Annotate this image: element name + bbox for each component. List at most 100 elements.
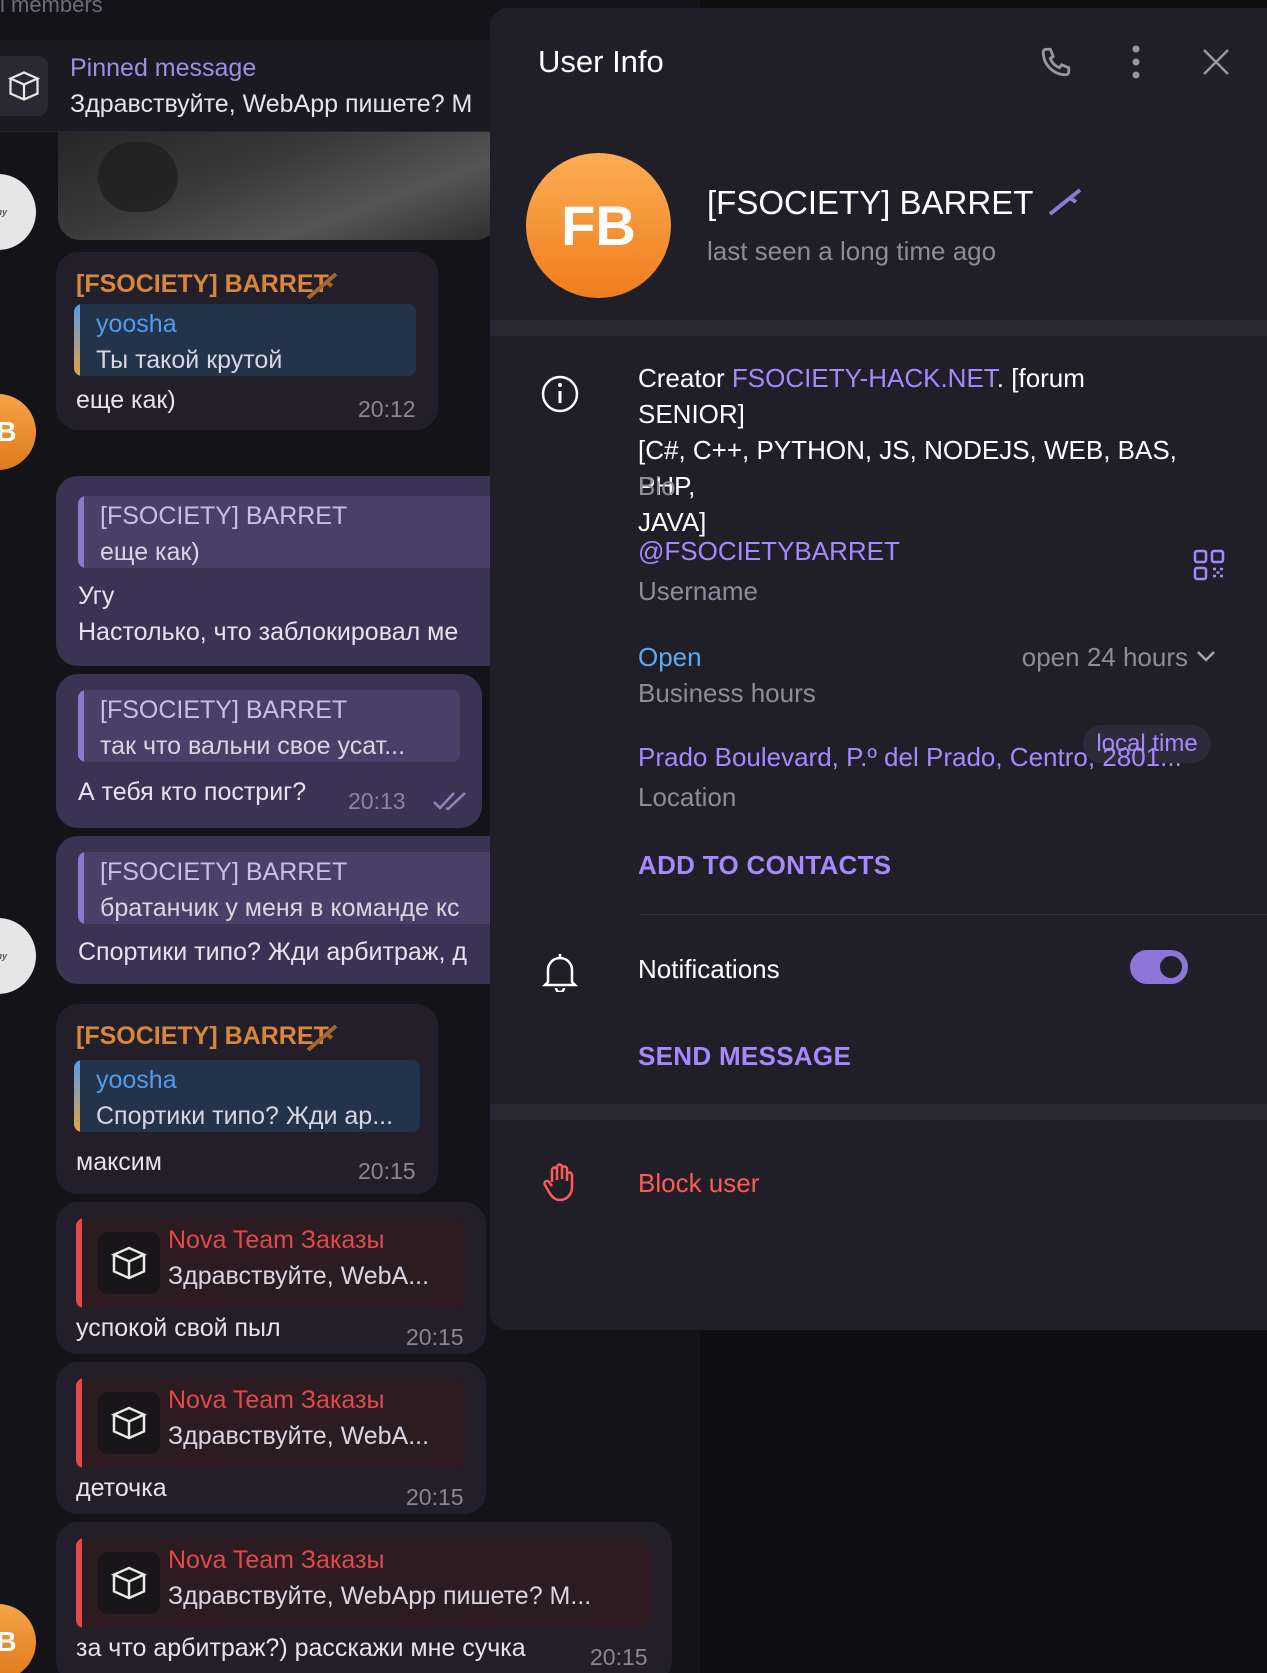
reply-text: так что вальни свое усат... <box>100 732 406 760</box>
reply-text: Спортики типо? Жди ар... <box>96 1102 394 1130</box>
profile-name: [FSOCIETY] BARRET <box>707 184 1084 224</box>
reply-text: Здравствуйте, WebA... <box>168 1262 430 1290</box>
block-user-button[interactable]: Block user <box>638 1168 759 1199</box>
notifications-label: Notifications <box>638 954 780 984</box>
message-bubble[interactable]: [FSOCIETY] BARRET yoosha Спортики типо? … <box>56 1004 438 1194</box>
message-sender: [FSOCIETY] BARRET <box>76 1022 329 1050</box>
pinned-text: Здравствуйте, WebApp пишете? М <box>70 90 473 118</box>
location-label: Location <box>638 782 737 812</box>
avatar-initials: FB <box>0 416 17 447</box>
profile-avatar[interactable]: FB <box>526 153 671 298</box>
message-time: 20:12 <box>358 396 416 422</box>
qr-code-icon[interactable] <box>1192 548 1226 587</box>
avatar-initials: FB <box>0 1626 17 1657</box>
message-bubble[interactable]: Nova Team Заказы Здравствуйте, WebA... д… <box>56 1362 486 1514</box>
avatar[interactable]: FB <box>0 394 36 470</box>
message-text: за что арбитраж?) расскажи мне сучка <box>76 1634 526 1662</box>
more-vertical-icon[interactable] <box>1116 42 1156 82</box>
message-text: максим <box>76 1148 162 1176</box>
bio-link[interactable]: FSOCIETY-HACK.NET <box>732 363 997 393</box>
package-icon <box>0 56 48 116</box>
info-icon <box>538 372 582 416</box>
section-divider <box>490 320 1267 336</box>
username-value[interactable]: @FSOCIETYBARRET <box>638 536 900 567</box>
reply-text: Здравствуйте, WebA... <box>168 1422 430 1450</box>
reply-quote[interactable]: Nova Team Заказы Здравствуйте, WebA... <box>76 1378 466 1468</box>
bio-line: JAVA] <box>638 507 707 537</box>
package-icon <box>98 1392 160 1454</box>
reply-name: yoosha <box>96 310 177 338</box>
bell-icon <box>538 950 582 994</box>
bio-text: Creator FSOCIETY-HACK.NET. [forum SENIOR… <box>638 360 1198 540</box>
reply-name: Nova Team Заказы <box>168 1386 385 1414</box>
close-icon[interactable] <box>1196 42 1236 82</box>
message-time: 20:13 <box>348 788 406 814</box>
double-check-icon <box>432 790 468 817</box>
reply-text: братанчик у меня в команде кс <box>100 894 460 922</box>
package-icon <box>98 1232 160 1294</box>
members-count: l members <box>0 0 103 17</box>
profile-status: last seen a long time ago <box>707 236 997 266</box>
rifle-icon <box>306 270 340 305</box>
business-status: Open <box>638 642 702 672</box>
message-text: еще как) <box>76 386 176 414</box>
package-icon <box>98 1552 160 1614</box>
reply-name: yoosha <box>96 1066 177 1094</box>
user-info-panel: User Info FB [FSOCIETY] BARRET last seen… <box>490 8 1267 1330</box>
avatar[interactable]: FB <box>0 1604 36 1673</box>
rifle-icon <box>1048 186 1084 224</box>
message-text: Настолько, что заблокировал ме <box>78 618 459 646</box>
reply-quote[interactable]: [FSOCIETY] BARRET так что вальни свое ус… <box>78 690 460 762</box>
location-value[interactable]: Prado Boulevard, P.º del Prado, Centro, … <box>638 742 1182 773</box>
bio-label: Bio <box>638 471 676 501</box>
message-time: 20:15 <box>406 1324 464 1350</box>
message-bubble[interactable]: Nova Team Заказы Здравствуйте, WebA... у… <box>56 1202 486 1354</box>
reply-text: еще как) <box>100 538 200 566</box>
reply-name: [FSOCIETY] BARRET <box>100 696 348 724</box>
rifle-icon <box>306 1022 340 1057</box>
avatar-initials: FB <box>561 194 636 257</box>
reply-text: Ты такой крутой <box>96 346 283 374</box>
row-divider <box>640 914 1267 915</box>
reply-name: [FSOCIETY] BARRET <box>100 502 348 530</box>
add-to-contacts-button[interactable]: ADD TO CONTACTS <box>638 850 891 881</box>
send-message-button[interactable]: SEND MESSAGE <box>638 1041 851 1072</box>
hand-stop-icon <box>538 1160 582 1204</box>
reply-text: Здравствуйте, WebApp пишете? M... <box>168 1582 592 1610</box>
message-bubble[interactable]: [FSOCIETY] BARRET так что вальни свое ус… <box>56 674 482 828</box>
message-time: 20:15 <box>406 1484 464 1510</box>
phone-icon[interactable] <box>1036 42 1076 82</box>
reply-name: Nova Team Заказы <box>168 1226 385 1254</box>
media-preview[interactable] <box>58 132 498 240</box>
panel-header: User Info <box>490 8 1267 113</box>
reply-name: [FSOCIETY] BARRET <box>100 858 348 886</box>
avatar[interactable]: Ilmy <box>0 918 36 994</box>
message-text: А тебя кто постриг? <box>78 778 307 806</box>
reply-quote[interactable]: yoosha Ты такой крутой <box>74 304 416 376</box>
message-bubble[interactable]: Nova Team Заказы Здравствуйте, WebApp пи… <box>56 1522 672 1673</box>
message-text: успокой свой пыл <box>76 1314 281 1342</box>
panel-title: User Info <box>538 44 664 79</box>
chevron-down-icon[interactable] <box>1195 648 1217 669</box>
reply-quote[interactable]: Nova Team Заказы Здравствуйте, WebA... <box>76 1218 466 1308</box>
pinned-title: Pinned message <box>70 54 257 82</box>
business-label: Business hours <box>638 678 816 708</box>
username-label: Username <box>638 576 758 606</box>
notifications-toggle[interactable] <box>1130 950 1188 984</box>
message-text: деточка <box>76 1474 167 1502</box>
section-divider <box>490 1104 1267 1120</box>
business-hours-dropdown[interactable]: open 24 hours <box>970 642 1188 673</box>
message-sender: [FSOCIETY] BARRET <box>76 270 329 298</box>
message-text: Спортики типо? Жди арбитраж, д <box>78 938 467 966</box>
bio-line: [C#, C++, PYTHON, JS, NODEJS, WEB, BAS, … <box>638 435 1177 501</box>
message-time: 20:15 <box>590 1644 648 1670</box>
message-bubble[interactable]: [FSOCIETY] BARRET yoosha Ты такой крутой… <box>56 252 438 430</box>
reply-name: Nova Team Заказы <box>168 1546 385 1574</box>
message-time: 20:15 <box>358 1158 416 1184</box>
profile-name-text: [FSOCIETY] BARRET <box>707 184 1033 221</box>
reply-quote[interactable]: Nova Team Заказы Здравствуйте, WebApp пи… <box>76 1538 652 1628</box>
avatar[interactable]: Ilmy <box>0 174 36 250</box>
message-text: Угу <box>78 582 115 610</box>
bio-prefix: Creator <box>638 363 732 393</box>
reply-quote[interactable]: yoosha Спортики типо? Жди ар... <box>74 1060 420 1132</box>
